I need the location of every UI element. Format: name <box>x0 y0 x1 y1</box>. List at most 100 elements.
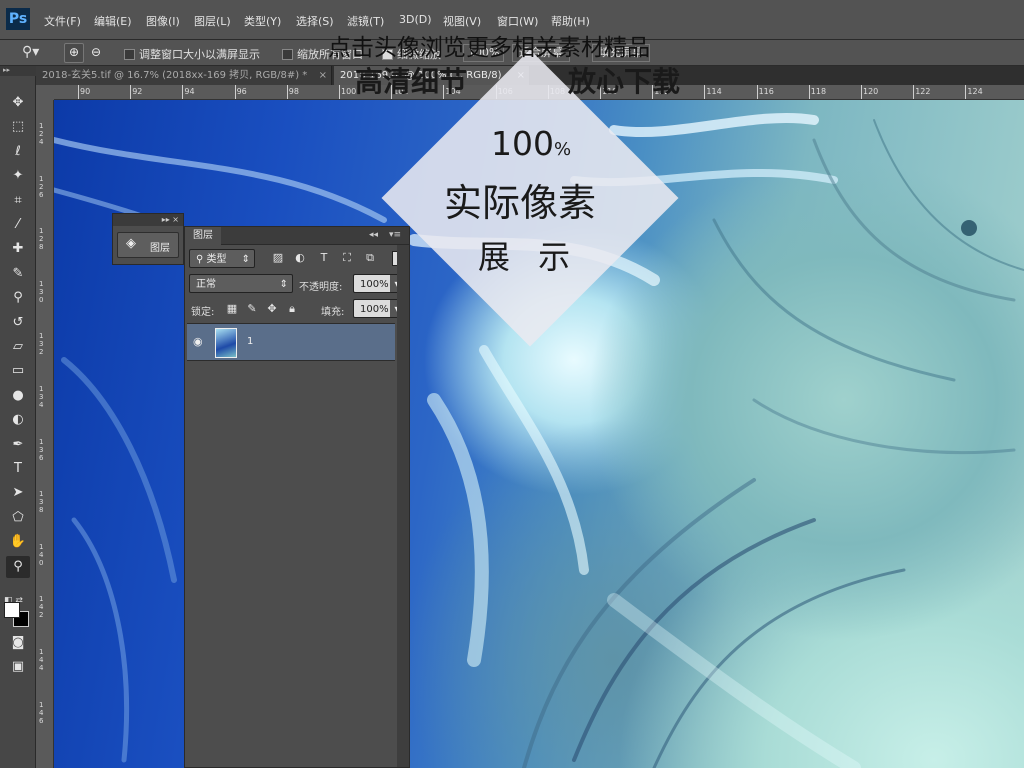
move-tool-icon[interactable]: ✥ <box>6 92 30 114</box>
history-brush-tool-icon[interactable]: ↺ <box>6 312 30 334</box>
ruler-tick-label: 90 <box>80 87 91 96</box>
menu-type[interactable]: 类型(Y) <box>244 13 281 29</box>
dock-controls[interactable]: ▸▸ × <box>113 214 183 226</box>
lock-position-icon[interactable]: ✥ <box>265 302 279 316</box>
lasso-tool-icon[interactable]: ℓ <box>6 141 30 163</box>
promo-display: 展 示 <box>478 238 571 276</box>
ruler-tick <box>756 85 758 99</box>
lock-all-icon[interactable]: 🔒︎ <box>285 302 299 316</box>
layer-name[interactable]: 1 <box>247 336 253 347</box>
ruler-tick-label: 96 <box>236 87 247 96</box>
resize-windows-checkbox[interactable] <box>124 49 135 60</box>
ruler-tick-label: 98 <box>288 87 299 96</box>
layers-icon: ◈ <box>126 236 136 251</box>
smart-object-filter-icon[interactable]: ⧉ <box>363 251 377 265</box>
layers-tab[interactable]: 图层 <box>185 227 221 245</box>
menu-window[interactable]: 窗口(W) <box>497 13 538 29</box>
lock-transparency-icon[interactable]: ▦ <box>225 302 239 316</box>
menu-layer[interactable]: 图层(L) <box>194 13 231 29</box>
healing-brush-tool-icon[interactable]: ✚ <box>6 238 30 260</box>
tools-panel-grip[interactable]: ▸▸ <box>0 66 36 76</box>
ruler-tick <box>808 85 810 99</box>
ruler-tick <box>182 85 184 99</box>
dodge-tool-icon[interactable]: ◐ <box>6 409 30 431</box>
menu-select[interactable]: 选择(S) <box>296 13 334 29</box>
menu-file[interactable]: 文件(F) <box>44 13 81 29</box>
shape-tool-icon[interactable]: ⬠ <box>6 507 30 529</box>
foreground-color-swatch[interactable] <box>4 602 20 618</box>
ruler-tick <box>913 85 915 99</box>
ruler-origin[interactable] <box>36 85 54 100</box>
layers-panel-header: 图层 ◂◂ ▾≡ <box>185 227 409 245</box>
brush-tool-icon[interactable]: ✎ <box>6 263 30 285</box>
tools-panel: ▸▸ ✥ ⬚ ℓ ✦ ⌗ ⁄ ✚ ✎ ⚲ ↺ ▱ ▭ ● ◐ ✒ T ➤ ⬠ ✋ ⚲ ◧ ⇄ ◙ ▣ <box>0 66 36 768</box>
ruler-tick-label: 1 4 0 <box>39 542 44 567</box>
shape-layer-filter-icon[interactable]: ⛶ <box>340 251 354 265</box>
lock-label: 锁定: <box>191 307 215 318</box>
clone-stamp-tool-icon[interactable]: ⚲ <box>6 287 30 309</box>
menu-3d[interactable]: 3D(D) <box>399 13 432 26</box>
pen-tool-icon[interactable]: ✒ <box>6 434 30 456</box>
ruler-tick-label: 120 <box>863 87 879 96</box>
ruler-tick <box>78 85 79 99</box>
ruler-tick-label: 124 <box>967 87 983 96</box>
opacity-label: 不透明度: <box>299 282 343 293</box>
menu-filter[interactable]: 滤镜(T) <box>347 13 384 29</box>
zoom-out-button[interactable]: ⊖ <box>86 43 106 63</box>
ruler-tick <box>339 85 340 99</box>
promo-percent-sign: % <box>554 139 572 160</box>
path-selection-tool-icon[interactable]: ➤ <box>6 482 30 504</box>
resize-windows-label: 调整窗口大小以满屏显示 <box>139 48 260 61</box>
chevron-updown-icon: ⇕ <box>241 254 250 265</box>
blur-tool-icon[interactable]: ● <box>6 385 30 407</box>
zoom-in-button[interactable]: ⊕ <box>64 43 84 63</box>
quick-mask-icon[interactable]: ◙ <box>6 632 30 654</box>
type-layer-filter-icon[interactable]: T <box>317 251 331 265</box>
crop-tool-icon[interactable]: ⌗ <box>6 190 30 212</box>
promo-safe-download: 放心下载 <box>568 65 681 98</box>
ruler-tick-label: 1 2 6 <box>39 174 44 199</box>
screen-mode-icon[interactable]: ▣ <box>6 656 30 678</box>
ruler-tick <box>965 85 967 99</box>
fill-label: 填充: <box>321 307 345 318</box>
adjustment-layer-filter-icon[interactable]: ◐ <box>293 251 307 265</box>
pixel-layer-filter-icon[interactable]: ▨ <box>271 251 285 265</box>
gradient-tool-icon[interactable]: ▭ <box>6 360 30 382</box>
eraser-tool-icon[interactable]: ▱ <box>6 336 30 358</box>
ruler-tick <box>286 85 288 99</box>
menu-view[interactable]: 视图(V) <box>443 13 481 29</box>
collapse-icon[interactable]: ◂◂ <box>369 230 378 240</box>
promo-percent: 100% <box>491 124 571 163</box>
ruler-tick-label: 1 3 2 <box>39 332 44 357</box>
zoom-all-checkbox[interactable] <box>282 49 293 60</box>
filter-kind-select[interactable]: ⚲ 类型 ⇕ <box>189 249 255 268</box>
ruler-tick-label: 1 2 8 <box>39 227 44 252</box>
zoom-out-icon: ⊖ <box>91 45 102 59</box>
layers-dock-label: 图层 <box>150 243 170 254</box>
document-tab-1[interactable]: 2018-玄关5.tif @ 16.7% (2018xx-169 拷贝, RGB… <box>36 66 332 85</box>
resize-windows-option[interactable]: 调整窗口大小以满屏显示 <box>124 46 260 62</box>
eyedropper-tool-icon[interactable]: ⁄ <box>6 214 30 236</box>
close-icon[interactable]: × <box>319 66 327 85</box>
chevron-updown-icon: ⇕ <box>279 279 288 290</box>
menu-help[interactable]: 帮助(H) <box>551 13 590 29</box>
magic-wand-tool-icon[interactable]: ✦ <box>6 165 30 187</box>
marquee-tool-icon[interactable]: ⬚ <box>6 116 30 138</box>
layer-row[interactable]: ◉ 1 <box>187 323 395 361</box>
menu-image[interactable]: 图像(I) <box>146 13 180 29</box>
layers-scrollbar[interactable] <box>397 245 409 767</box>
lock-pixels-icon[interactable]: ✎ <box>245 302 259 316</box>
photoshop-logo: Ps <box>6 8 30 30</box>
menu-edit[interactable]: 编辑(E) <box>94 13 132 29</box>
zoom-tool-icon[interactable]: ⚲ <box>6 555 30 578</box>
panel-menu-icon[interactable]: ▾≡ <box>389 230 401 240</box>
ruler-tick <box>234 85 236 99</box>
blend-mode-select[interactable]: 正常 ⇕ <box>189 274 293 293</box>
eye-icon[interactable]: ◉ <box>193 335 203 348</box>
layers-dock-button[interactable]: ◈ 图层 <box>117 232 179 258</box>
vertical-ruler[interactable]: 1 2 4 1 2 6 1 2 8 1 3 0 1 3 2 1 3 4 1 3 6 1 3 8… <box>36 100 54 768</box>
type-tool-icon[interactable]: T <box>6 458 30 480</box>
promo-hd-detail: 高清细节 <box>355 65 468 98</box>
hand-tool-icon[interactable]: ✋ <box>6 531 30 553</box>
zoom-tool-icon[interactable]: ⚲▾ <box>22 44 39 60</box>
